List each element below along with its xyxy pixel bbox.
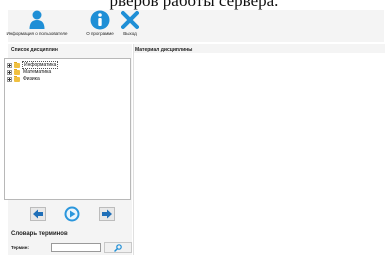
expand-icon[interactable] <box>7 62 12 68</box>
expand-icon[interactable] <box>7 69 12 75</box>
material-title: Материал дисциплины <box>135 47 193 53</box>
exit-button[interactable]: Выход <box>120 10 140 42</box>
disciplines-title: Список дисциплин <box>11 47 58 53</box>
tree-item-mathematics[interactable]: Математика <box>7 68 52 75</box>
folder-icon <box>14 61 20 68</box>
tree-item-label: Физика <box>23 76 40 82</box>
arrow-left-icon <box>30 207 46 221</box>
close-icon <box>121 11 139 29</box>
about-label: О программе <box>86 31 114 36</box>
user-info-button[interactable]: Информация о пользователе <box>6 10 68 42</box>
play-button[interactable] <box>64 206 80 227</box>
next-button[interactable] <box>99 207 115 226</box>
material-panel <box>133 44 385 255</box>
disciplines-tree[interactable]: Информатика Математика Физика <box>4 58 131 200</box>
tree-item-physics[interactable]: Физика <box>7 75 41 82</box>
tree-item-informatics[interactable]: Информатика <box>7 61 59 69</box>
magnifier-icon <box>114 243 122 252</box>
tree-item-label: Математика <box>23 69 52 75</box>
prev-button[interactable] <box>30 207 46 226</box>
term-input[interactable] <box>51 243 101 252</box>
term-label: Термин: <box>11 245 30 250</box>
play-circle-icon <box>64 206 80 222</box>
user-info-label: Информация о пользователе <box>6 31 68 36</box>
toolbar: Информация о пользователе О программе Вы… <box>6 10 384 42</box>
arrow-right-icon <box>99 207 115 221</box>
about-button[interactable]: О программе <box>82 10 118 42</box>
exit-label: Выход <box>123 31 137 36</box>
glossary-title: Словарь терминов <box>11 231 68 237</box>
tree-item-label: Информатика <box>22 61 59 69</box>
folder-icon <box>14 68 20 75</box>
folder-icon <box>14 75 20 82</box>
info-icon <box>90 10 110 30</box>
expand-icon[interactable] <box>7 76 12 82</box>
search-button[interactable] <box>104 242 132 253</box>
user-icon <box>29 10 45 29</box>
